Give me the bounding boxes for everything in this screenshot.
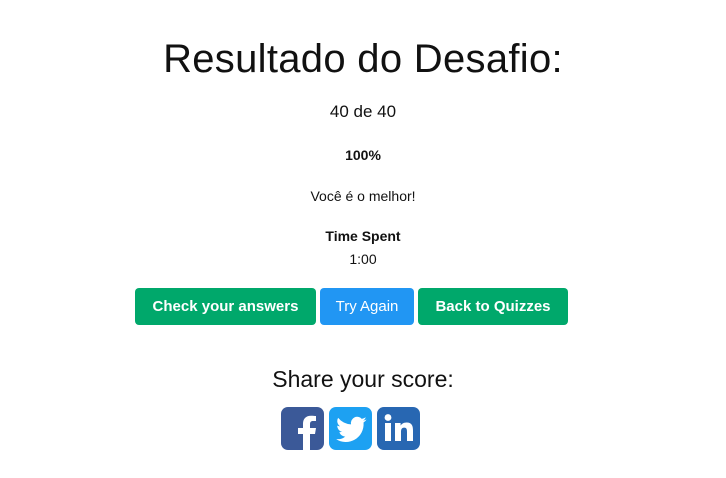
time-spent-label: Time Spent bbox=[325, 228, 401, 244]
percent-text: 100% bbox=[345, 147, 381, 163]
result-message: Você é o melhor! bbox=[310, 188, 416, 204]
linkedin-icon[interactable] bbox=[377, 407, 420, 450]
facebook-icon[interactable] bbox=[281, 407, 324, 450]
score-text: 40 de 40 bbox=[329, 102, 397, 121]
twitter-icon[interactable] bbox=[329, 407, 372, 450]
time-spent-value: 1:00 bbox=[349, 251, 377, 267]
share-label: Share your score: bbox=[272, 366, 454, 392]
share-icons bbox=[281, 407, 420, 450]
page-title: Resultado do Desafio: bbox=[163, 37, 563, 81]
check-answers-button[interactable]: Check your answers bbox=[135, 288, 316, 325]
try-again-button[interactable]: Try Again bbox=[320, 288, 414, 325]
back-to-quizzes-button[interactable]: Back to Quizzes bbox=[418, 288, 568, 325]
